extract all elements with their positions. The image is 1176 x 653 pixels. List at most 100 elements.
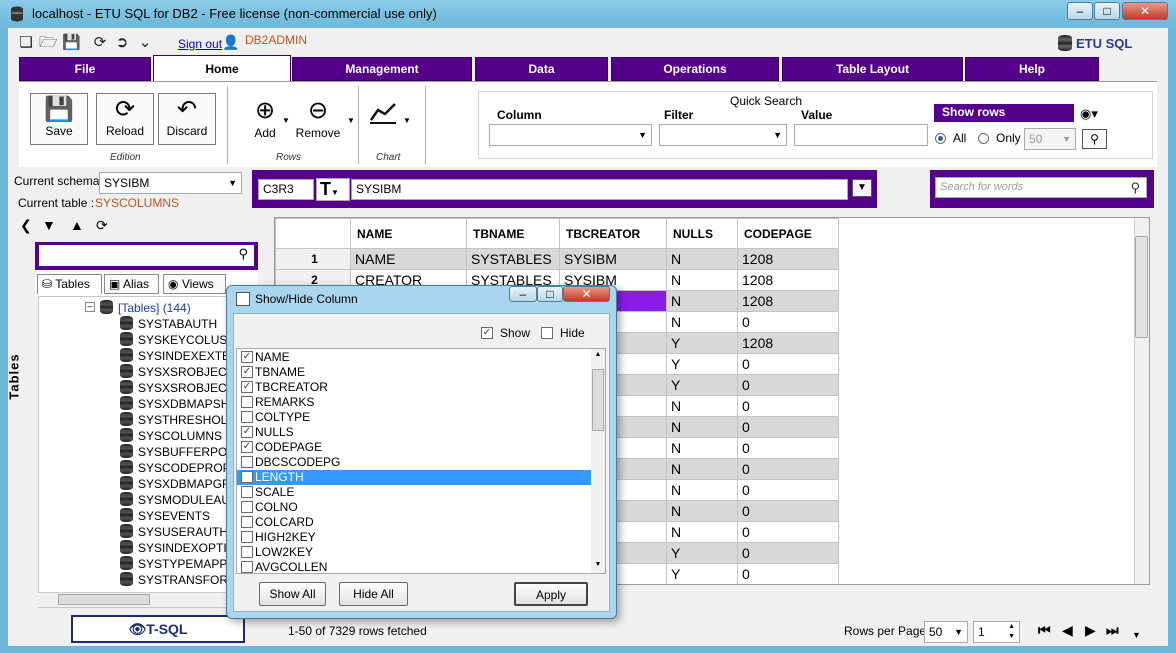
column-select[interactable]: ▼ <box>489 124 652 146</box>
page-number-stepper[interactable]: 1 ▲ ▼ <box>973 621 1020 643</box>
tab-table-layout[interactable]: Table Layout <box>782 57 963 81</box>
grid-cell[interactable]: 0 <box>737 521 839 543</box>
tree-collapse-toggle[interactable]: – <box>85 302 95 312</box>
save-button[interactable]: 💾 Save <box>30 93 88 145</box>
hide-checkbox[interactable] <box>541 327 553 339</box>
column-checkbox[interactable]: ✓ <box>241 351 253 363</box>
grid-cell[interactable]: 1208 <box>737 269 839 291</box>
chevron-down-icon[interactable]: ▼ <box>591 561 605 568</box>
tables-side-panel[interactable]: Tables <box>7 345 35 415</box>
open-folder-icon[interactable]: 🗁 <box>39 34 58 52</box>
tree-item[interactable]: SYSMODULEAUT <box>120 492 237 508</box>
export-icon[interactable]: ➲ <box>113 34 131 52</box>
minimize-button[interactable]: – <box>1067 2 1093 20</box>
tree-sort-icon[interactable]: ▲ <box>70 217 84 235</box>
grid-cell[interactable]: N <box>666 290 738 312</box>
column-checkbox[interactable]: ✓ <box>241 426 253 438</box>
refresh-icon[interactable]: ⟳ <box>96 217 108 235</box>
tab-data[interactable]: Data <box>475 57 608 81</box>
grid-cell[interactable]: 0 <box>737 311 839 333</box>
grid-cell[interactable]: SYSTABLES <box>466 248 560 270</box>
grid-cell[interactable]: SYSIBM <box>559 248 667 270</box>
column-header[interactable]: TBCREATOR <box>559 218 667 249</box>
column-list-item[interactable]: HIGH2KEY <box>237 530 591 545</box>
dialog-close-button[interactable]: ✕ <box>563 286 610 302</box>
grid-cell[interactable]: Y <box>666 563 738 584</box>
only-rows-count[interactable]: 50 ▼ <box>1024 128 1076 150</box>
tree-item[interactable]: SYSCOLUMNS <box>120 428 222 444</box>
remove-row-button[interactable]: ⊖ Remove <box>292 96 344 146</box>
column-checkbox[interactable] <box>241 456 253 468</box>
tab-views[interactable]: ◉ Views <box>163 274 226 294</box>
column-checkbox[interactable]: ✓ <box>241 366 253 378</box>
column-list-item[interactable]: ✓ CODEPAGE <box>237 440 591 455</box>
column-checkbox[interactable] <box>241 411 253 423</box>
word-search-input[interactable]: Search for words ⚲ <box>935 177 1147 198</box>
back-arrow-icon[interactable]: ❮ <box>20 217 32 235</box>
tree-item[interactable]: SYSXDBMAPSHR <box>120 396 238 412</box>
grid-cell[interactable]: Y <box>666 332 738 354</box>
tree-item[interactable]: SYSUSERAUTH <box>120 524 228 540</box>
grid-cell[interactable]: N <box>666 521 738 543</box>
column-checkbox[interactable] <box>241 531 253 543</box>
tab-file[interactable]: File <box>19 57 151 81</box>
grid-cell[interactable]: N <box>666 416 738 438</box>
cell-dropdown-button[interactable]: ▼ <box>852 179 872 197</box>
chevron-down-icon[interactable]: ⌄ <box>136 34 154 52</box>
tab-help[interactable]: Help <box>965 57 1099 81</box>
table-row[interactable]: 1 NAME SYSTABLES SYSIBM N 1208 <box>275 248 839 270</box>
grid-cell[interactable]: 0 <box>737 395 839 417</box>
grid-cell[interactable]: Y <box>666 542 738 564</box>
column-list-item[interactable]: REMARKS <box>237 395 591 410</box>
refresh-icon[interactable]: ⟳ <box>91 34 109 52</box>
column-list-item[interactable]: ✓ NULLS <box>237 425 591 440</box>
column-list-item[interactable]: LENGTH <box>237 470 591 485</box>
tab-alias[interactable]: ▣ Alias <box>104 274 159 294</box>
grid-cell[interactable]: 0 <box>737 458 839 480</box>
column-checkbox[interactable]: ✓ <box>241 441 253 453</box>
tree-item[interactable]: SYSTHRESHOLD <box>120 412 236 428</box>
grid-cell[interactable]: 0 <box>737 374 839 396</box>
column-list[interactable]: ✓ NAME ✓ TBNAME ✓ TBCREATOR REMARKS COLTYPE ✓ NUL… <box>236 348 606 574</box>
grid-cell[interactable]: N <box>666 311 738 333</box>
table-search-input[interactable]: ⚲ <box>39 245 254 266</box>
grid-cell[interactable]: N <box>666 458 738 480</box>
tree-item[interactable]: SYSTYPEMAPPIN <box>120 556 239 572</box>
dialog-maximize-button[interactable]: □ <box>537 286 563 302</box>
column-checkbox[interactable] <box>241 396 253 408</box>
column-list-item[interactable]: SCALE <box>237 485 591 500</box>
binoculars-icon[interactable]: ◉▾ <box>1080 106 1098 122</box>
show-checkbox[interactable]: ✓ <box>481 327 493 339</box>
hide-all-button[interactable]: Hide All <box>339 582 408 606</box>
only-rows-radio[interactable] <box>978 133 989 144</box>
tree-item[interactable]: SYSINDEXOPTIO <box>120 540 236 556</box>
tree-item[interactable]: SYSBUFFERPOO <box>120 444 237 460</box>
grid-cell[interactable]: 0 <box>737 479 839 501</box>
quick-search-button[interactable]: ⚲ <box>1082 129 1107 149</box>
maximize-button[interactable]: □ <box>1094 2 1120 20</box>
chevron-down-icon[interactable]: ▼ <box>403 116 411 125</box>
chevron-down-icon[interactable]: ▼ <box>282 116 290 125</box>
apply-button[interactable]: Apply <box>514 582 588 606</box>
chevron-down-icon[interactable]: ▼ <box>347 116 355 125</box>
value-input[interactable] <box>794 124 928 146</box>
column-list-item[interactable]: COLCARD <box>237 515 591 530</box>
new-window-icon[interactable]: ❏ <box>17 34 35 52</box>
column-header[interactable]: NULLS <box>666 218 738 249</box>
tree-root[interactable]: [Tables] (144) <box>100 300 191 316</box>
column-list-scroll[interactable]: ▲ ▼ <box>591 349 605 573</box>
row-number[interactable]: 1 <box>275 248 351 270</box>
grid-cell[interactable]: 0 <box>737 416 839 438</box>
column-header[interactable]: NAME <box>350 218 467 249</box>
column-checkbox[interactable]: ✓ <box>241 381 253 393</box>
column-list-item[interactable]: COLNO <box>237 500 591 515</box>
grid-cell[interactable]: Y <box>666 374 738 396</box>
first-page-icon[interactable]: ⏮ <box>1038 622 1051 639</box>
previous-page-icon[interactable]: ◀ <box>1062 622 1073 639</box>
column-list-item[interactable]: ✓ TBNAME <box>237 365 591 380</box>
grid-cell[interactable]: N <box>666 395 738 417</box>
grid-cell[interactable]: 1208 <box>737 290 839 312</box>
sign-out-link[interactable]: Sign out <box>178 37 222 51</box>
grid-cell[interactable]: N <box>666 500 738 522</box>
tree-item[interactable]: SYSEVENTS <box>120 508 210 524</box>
